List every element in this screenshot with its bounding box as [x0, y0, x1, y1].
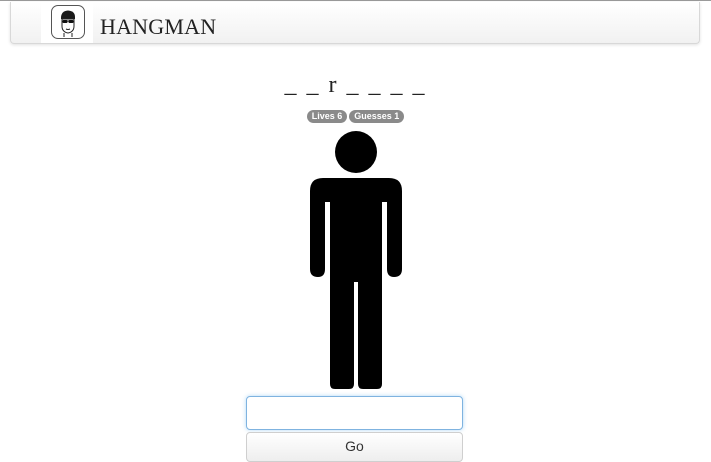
game-stats: Lives 6 Guesses 1: [0, 110, 711, 123]
hangman-figure: [0, 130, 711, 392]
lives-badge: Lives 6: [306, 110, 348, 123]
word-display: _ _ r _ _ _ _: [284, 72, 427, 98]
guesses-badge: Guesses 1: [349, 110, 405, 123]
app-title: HANGMAN: [100, 14, 217, 39]
navbar: HANGMAN: [10, 2, 700, 44]
guess-input[interactable]: [246, 396, 463, 430]
top-border: [0, 0, 711, 1]
go-button[interactable]: Go: [246, 432, 463, 462]
person-figure-icon: [309, 131, 402, 389]
logo-icon[interactable]: [51, 5, 85, 39]
man-with-sunglasses-icon: [61, 10, 75, 37]
